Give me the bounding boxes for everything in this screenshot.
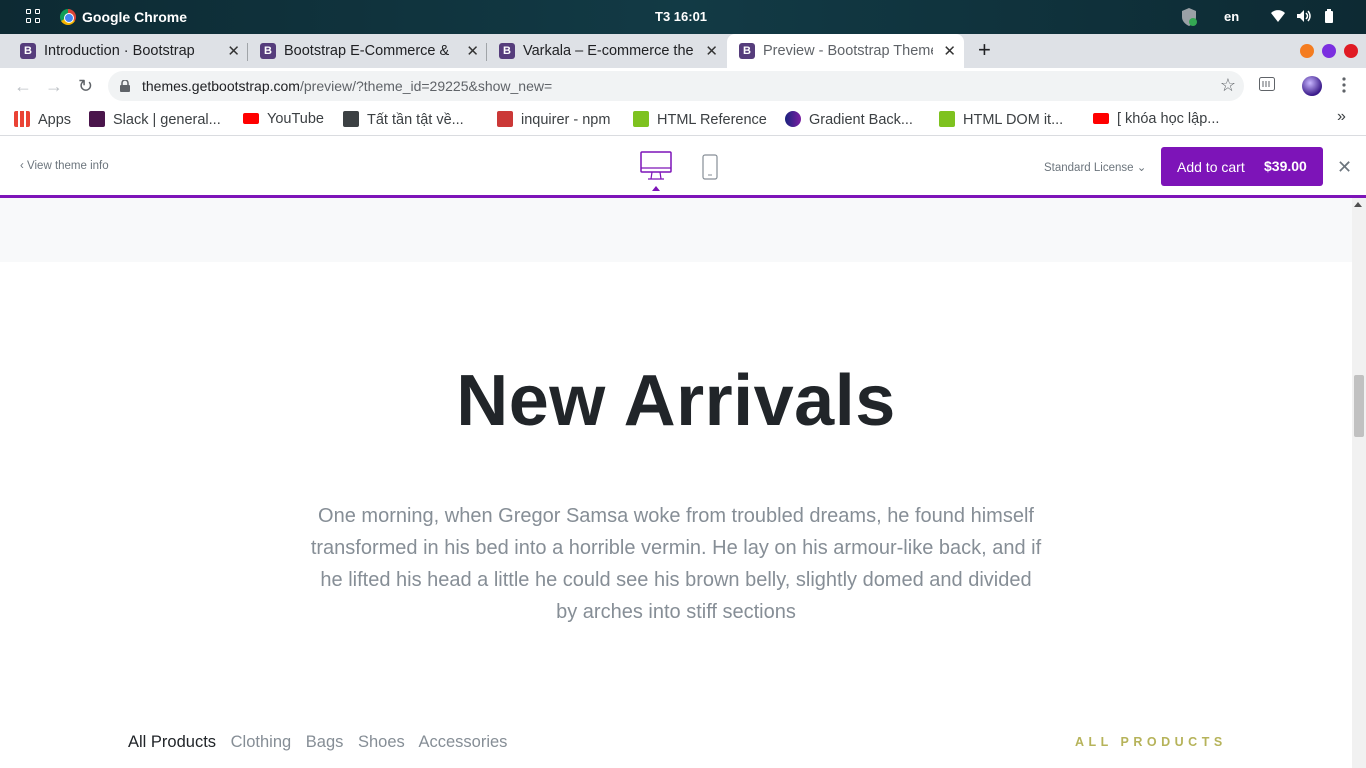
lock-icon[interactable] [120, 80, 130, 92]
tab-ecommerce-themes[interactable]: B Bootstrap E-Commerce & Retail Themes ✕ [248, 34, 487, 68]
bookmark-inquirer[interactable]: inquirer - npm [497, 111, 610, 128]
license-dropdown[interactable]: Standard License ⌄ [1044, 160, 1146, 174]
bootstrap-favicon-icon: B [260, 43, 276, 59]
active-device-indicator [652, 186, 660, 191]
close-preview-icon[interactable]: ✕ [1337, 157, 1352, 178]
gradient-icon [785, 111, 801, 127]
bootstrap-favicon-icon: B [20, 43, 36, 59]
bookmark-slack[interactable]: Slack | general... [89, 111, 221, 128]
activities-grid-icon[interactable] [26, 9, 42, 25]
tab-preview[interactable]: B Preview - Bootstrap Themes ✕ [727, 34, 964, 68]
page-content: New Arrivals One morning, when Gregor Sa… [0, 198, 1352, 768]
os-top-bar: Google Chrome T3 16:01 en [0, 0, 1366, 34]
scrollbar-track[interactable] [1352, 198, 1366, 768]
shield-icon[interactable] [1180, 7, 1198, 27]
filter-bags[interactable]: Bags [306, 733, 344, 751]
chrome-logo-icon [60, 9, 76, 25]
minimize-button[interactable] [1300, 44, 1314, 58]
add-to-cart-button[interactable]: Add to cart $39.00 [1161, 147, 1323, 186]
bootstrap-favicon-icon: B [739, 43, 755, 59]
tab-varkala[interactable]: B Varkala – E-commerce theme ✕ [487, 34, 726, 68]
close-tab-icon[interactable]: ✕ [466, 42, 479, 60]
chevron-down-icon: ⌄ [1136, 162, 1147, 174]
bootstrap-favicon-icon: B [499, 43, 515, 59]
close-window-button[interactable] [1344, 44, 1358, 58]
tab-strip: B Introduction · Bootstrap ✕ B Bootstrap… [0, 34, 1366, 68]
menu-kebab-icon[interactable] [1341, 77, 1347, 93]
theme-preview-bar: ‹ View theme info Standard License ⌄ Add… [0, 137, 1366, 198]
scroll-up-arrow-icon[interactable] [1354, 202, 1362, 207]
bookmarks-bar: Apps Slack | general... YouTube Tất tần … [0, 104, 1366, 136]
bookmark-html-dom[interactable]: HTML DOM it... [939, 111, 1063, 128]
youtube-icon [243, 113, 259, 124]
bookmarks-overflow-icon[interactable]: » [1337, 108, 1346, 126]
new-tab-button[interactable]: + [978, 39, 991, 61]
section-lede: One morning, when Gregor Samsa woke from… [310, 505, 1042, 623]
view-theme-info-link[interactable]: ‹ View theme info [20, 160, 109, 172]
back-arrow-icon[interactable]: ← [14, 76, 32, 97]
all-products-link[interactable]: ALL PRODUCTS [1075, 735, 1227, 749]
bookmark-tat-tan-tat[interactable]: Tất tần tật về... [343, 111, 464, 128]
battery-icon[interactable] [1324, 9, 1334, 23]
filter-shoes[interactable]: Shoes [358, 733, 405, 751]
clock[interactable]: T3 16:01 [655, 9, 707, 24]
language-indicator[interactable]: en [1224, 9, 1239, 24]
filter-all-products[interactable]: All Products [128, 733, 216, 751]
tab-title: Introduction · Bootstrap [44, 43, 195, 59]
wifi-icon[interactable] [1270, 9, 1286, 23]
bookmark-html-reference[interactable]: HTML Reference [633, 111, 767, 128]
npm-icon [497, 111, 513, 127]
html-icon [939, 111, 955, 127]
mobile-view-icon[interactable] [702, 154, 718, 180]
tab-introduction[interactable]: B Introduction · Bootstrap ✕ [8, 34, 248, 68]
browser-toolbar: ← → ↻ themes.getbootstrap.com/preview/?t… [0, 68, 1366, 104]
tab-title: Varkala – E-commerce theme [523, 43, 693, 59]
close-tab-icon[interactable]: ✕ [227, 42, 240, 60]
section-heading: New Arrivals [456, 361, 896, 441]
chevron-left-icon: ‹ [20, 160, 28, 172]
active-app-name[interactable]: Google Chrome [82, 9, 187, 25]
bookmark-youtube[interactable]: YouTube [243, 111, 324, 127]
close-tab-icon[interactable]: ✕ [943, 42, 956, 60]
bookmark-star-icon[interactable]: ☆ [1220, 75, 1236, 96]
filter-clothing[interactable]: Clothing [231, 733, 292, 751]
tab-title: Preview - Bootstrap Themes [763, 43, 933, 59]
filter-accessories[interactable]: Accessories [418, 733, 507, 751]
bookmark-khoa-hoc[interactable]: [ khóa học lập... [1093, 111, 1219, 127]
scrollbar-thumb[interactable] [1354, 375, 1364, 437]
maximize-button[interactable] [1322, 44, 1336, 58]
address-bar[interactable]: themes.getbootstrap.com/preview/?theme_i… [108, 71, 1244, 101]
volume-icon[interactable] [1296, 9, 1312, 23]
tab-title: Bootstrap E-Commerce & Retail Themes [284, 43, 454, 59]
product-filter-nav: All Products Clothing Bags Shoes Accesso… [128, 733, 517, 752]
profile-avatar[interactable] [1302, 76, 1322, 96]
bookmark-gradient[interactable]: Gradient Back... [785, 111, 913, 128]
apps-grid-icon [14, 111, 30, 127]
url-text[interactable]: themes.getbootstrap.com/preview/?theme_i… [142, 78, 552, 94]
youtube-icon [1093, 113, 1109, 124]
bookmark-apps[interactable]: Apps [14, 111, 71, 128]
slack-icon [89, 111, 105, 127]
desktop-view-icon[interactable] [640, 151, 672, 181]
html-icon [633, 111, 649, 127]
page-icon [343, 111, 359, 127]
forward-arrow-icon[interactable]: → [45, 76, 63, 97]
reading-list-icon[interactable] [1259, 77, 1275, 91]
reload-icon[interactable]: ↻ [78, 76, 93, 97]
close-tab-icon[interactable]: ✕ [705, 42, 718, 60]
hero-bottom-band [0, 198, 1352, 262]
